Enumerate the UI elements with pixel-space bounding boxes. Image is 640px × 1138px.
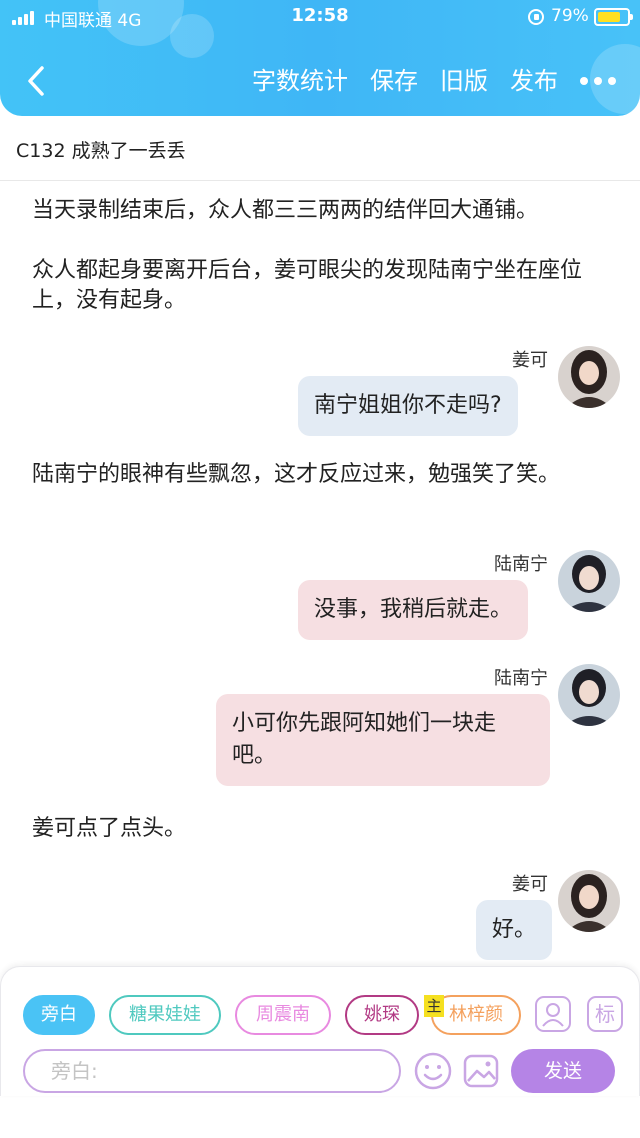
main-character-badge: 主 [424,995,444,1017]
character-chip[interactable]: 姚琛 [345,995,419,1035]
rotation-lock-icon [528,9,544,25]
avatar-image [558,664,620,726]
speaker-name: 陆南宁 [494,668,548,689]
more-dots-icon[interactable] [580,77,616,85]
nav-actions: 字数统计 保存 旧版 发布 [230,64,640,98]
chat-bubble: 好。 [476,900,553,960]
dialogue-input[interactable] [23,1049,401,1093]
status-bar: 中国联通 4G 12:58 79% [0,0,640,36]
header: 中国联通 4G 12:58 79% 字数统计 保存 旧版 发布 [0,0,640,116]
avatar-image [558,346,620,408]
narration-text: 姜可点了点头。 [32,816,187,841]
divider [0,180,640,181]
battery-icon [594,8,633,26]
image-icon[interactable] [461,1051,501,1091]
clock: 12:58 [291,5,349,26]
chat-bubble: 南宁姐姐你不走吗? [298,376,518,436]
mark-button[interactable]: 标 [587,996,623,1032]
avatar[interactable] [558,664,620,726]
person-card-icon[interactable] [535,996,571,1032]
smiley-icon[interactable] [413,1051,453,1091]
speaker-name: 陆南宁 [494,554,548,575]
avatar-image [558,550,620,612]
send-button[interactable]: 发送 [511,1049,615,1093]
publish-button[interactable]: 发布 [510,64,558,98]
character-chip[interactable]: 周震南 [235,995,331,1035]
chat-bubble: 小可你先跟阿知她们一块走吧。 [216,694,550,786]
avatar[interactable] [558,550,620,612]
narration-text: 当天录制结束后，众人都三三两两的结伴回大通铺。 [32,198,539,223]
input-toolbar: 旁白 糖果娃娃 周震南 姚琛 林梓颜 主 标 发送 [0,966,640,1096]
character-chip[interactable]: 糖果娃娃 [109,995,221,1035]
battery-percent: 79% [551,6,589,26]
word-count-button[interactable]: 字数统计 [252,64,348,98]
speaker-name: 姜可 [512,350,548,371]
avatar-image [558,870,620,932]
old-version-button[interactable]: 旧版 [440,64,488,98]
avatar[interactable] [558,346,620,408]
narration-text: 陆南宁的眼神有些飘忽，这才反应过来，勉强笑了笑。 [32,462,561,487]
save-button[interactable]: 保存 [370,64,418,98]
battery-fill [598,12,620,22]
chat-bubble: 没事，我稍后就走。 [298,580,529,640]
character-chip[interactable]: 林梓颜 [431,995,521,1035]
back-button[interactable] [20,64,54,98]
character-chip-narrator[interactable]: 旁白 [23,995,95,1035]
speaker-name: 姜可 [512,874,548,895]
chapter-title: C132 成熟了一丢丢 [16,140,186,162]
narration-text: 众人都起身要离开后台，姜可眼尖的发现陆南宁坐在座位上，没有起身。 [32,258,583,313]
chevron-left-icon [28,66,44,96]
avatar[interactable] [558,870,620,932]
nav-bar: 字数统计 保存 旧版 发布 [0,50,640,110]
